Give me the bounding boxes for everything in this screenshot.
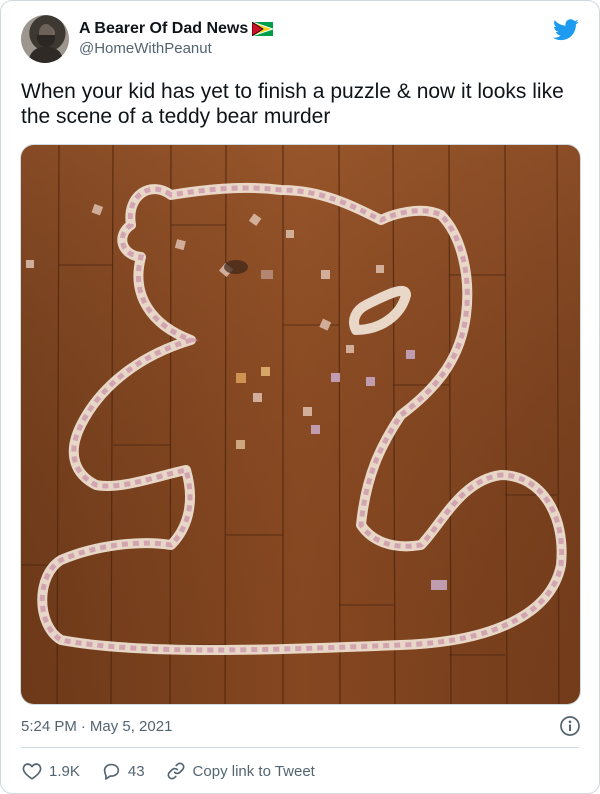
display-name[interactable]: A Bearer Of Dad News	[79, 19, 248, 39]
copy-link-label: Copy link to Tweet	[192, 762, 315, 780]
twitter-bird-icon[interactable]	[553, 19, 579, 41]
reply-icon	[103, 763, 120, 780]
tweet-header: A Bearer Of Dad News @HomeWithPeanut	[21, 13, 579, 65]
copy-link-button[interactable]: Copy link to Tweet	[165, 760, 315, 782]
display-name-row[interactable]: A Bearer Of Dad News	[79, 19, 274, 39]
info-icon[interactable]	[559, 715, 581, 737]
timestamp-separator: ·	[80, 717, 86, 735]
puzzle-bear-photo	[21, 145, 580, 704]
divider	[21, 747, 579, 748]
guyana-flag-icon	[252, 22, 274, 36]
author-info[interactable]: A Bearer Of Dad News @HomeWithPeanut	[79, 19, 274, 59]
tweet-actions: 1.9K 43 Copy link to Tweet	[21, 758, 335, 784]
like-button[interactable]: 1.9K	[21, 760, 80, 782]
tweet-timestamp[interactable]: 5:24 PM · May 5, 2021	[21, 714, 581, 738]
heart-icon	[22, 763, 42, 780]
reply-button[interactable]: 43	[100, 760, 145, 782]
reply-count: 43	[127, 762, 145, 780]
tweet-date[interactable]: May 5, 2021	[90, 718, 173, 735]
like-count: 1.9K	[49, 762, 80, 780]
tweet-card: A Bearer Of Dad News @HomeWithPeanut Whe…	[0, 0, 600, 794]
avatar[interactable]	[21, 15, 69, 63]
tweet-time[interactable]: 5:24 PM	[21, 718, 77, 735]
tweet-photo[interactable]	[20, 144, 581, 705]
tweet-text: When your kid has yet to finish a puzzle…	[21, 80, 564, 128]
link-icon	[167, 762, 185, 780]
handle[interactable]: @HomeWithPeanut	[79, 39, 273, 59]
